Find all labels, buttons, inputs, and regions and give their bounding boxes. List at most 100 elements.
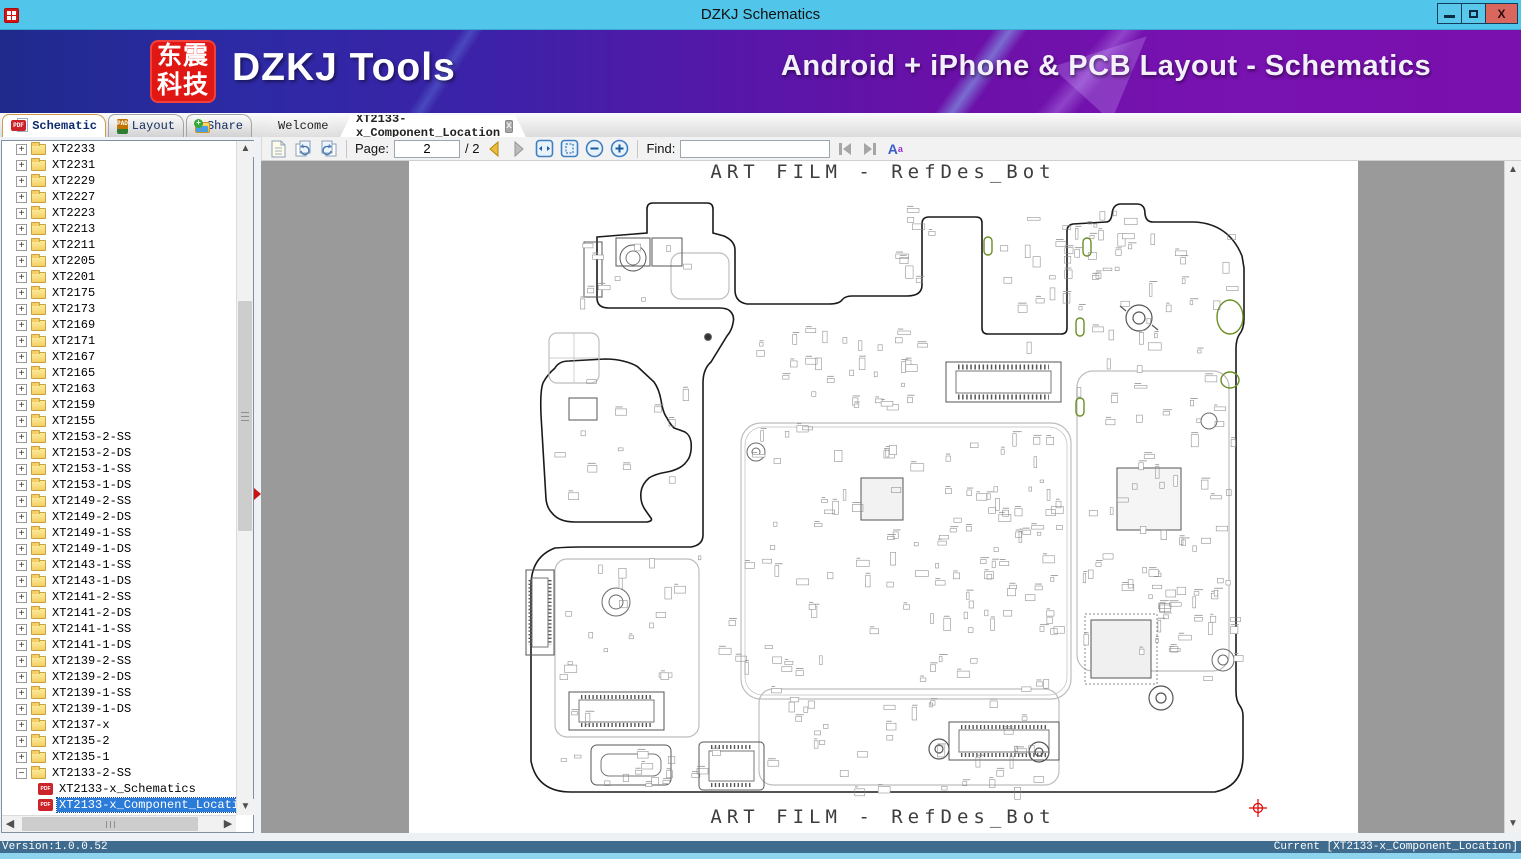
tree-vertical-scrollbar[interactable]: ▲ ▼: [236, 141, 254, 815]
tree-item-folder[interactable]: + XT2139-2-DS: [2, 669, 236, 685]
expand-icon[interactable]: +: [16, 607, 27, 619]
tree-item-folder[interactable]: + XT2213: [2, 221, 236, 237]
tree-item-folder[interactable]: + XT2141-1-SS: [2, 621, 236, 637]
expand-icon[interactable]: +: [16, 735, 27, 747]
tree-item-folder[interactable]: + XT2159: [2, 397, 236, 413]
expand-icon[interactable]: +: [16, 431, 27, 443]
tree-item-folder[interactable]: + XT2171: [2, 333, 236, 349]
tree-item-folder[interactable]: + XT2167: [2, 349, 236, 365]
expand-icon[interactable]: +: [16, 687, 27, 699]
tree-item-folder[interactable]: + XT2139-1-SS: [2, 685, 236, 701]
tree-item-folder[interactable]: + XT2165: [2, 365, 236, 381]
tree-item-folder[interactable]: + XT2229: [2, 173, 236, 189]
expand-icon[interactable]: +: [16, 303, 27, 315]
expand-icon[interactable]: +: [16, 719, 27, 731]
expand-icon[interactable]: +: [16, 383, 27, 395]
tree-item-folder[interactable]: + XT2227: [2, 189, 236, 205]
expand-icon[interactable]: +: [16, 511, 27, 523]
rotate-counterclockwise-icon[interactable]: [318, 139, 338, 159]
expand-icon[interactable]: +: [16, 255, 27, 267]
fit-width-icon[interactable]: [534, 139, 554, 159]
tree-item-folder[interactable]: + XT2211: [2, 237, 236, 253]
tree-item-folder[interactable]: + XT2139-2-SS: [2, 653, 236, 669]
expand-icon[interactable]: +: [16, 543, 27, 555]
scroll-up-icon[interactable]: ▲: [1505, 162, 1521, 178]
expand-icon[interactable]: +: [16, 191, 27, 203]
find-previous-icon[interactable]: [835, 139, 855, 159]
expand-icon[interactable]: +: [16, 159, 27, 171]
find-input[interactable]: [680, 139, 831, 158]
expand-icon[interactable]: +: [16, 207, 27, 219]
tree-item-folder[interactable]: + XT2163: [2, 381, 236, 397]
fit-page-icon[interactable]: [559, 139, 579, 159]
tree-item-folder[interactable]: + XT2153-1-SS: [2, 461, 236, 477]
tree-scrollbar-thumb[interactable]: [238, 301, 252, 531]
tree-item-folder[interactable]: + XT2135-1: [2, 749, 236, 765]
doc-tab-component-location[interactable]: XT2133-x_Component_Location x: [340, 115, 526, 137]
minimize-button[interactable]: [1437, 3, 1462, 24]
tree-item-folder[interactable]: + XT2149-2-SS: [2, 493, 236, 509]
tree-hscrollbar-thumb[interactable]: [22, 817, 198, 831]
zoom-out-icon[interactable]: [584, 139, 604, 159]
expand-icon[interactable]: +: [16, 367, 27, 379]
rotate-clockwise-icon[interactable]: [293, 139, 313, 159]
expand-icon[interactable]: +: [16, 703, 27, 715]
tree-item-folder[interactable]: + XT2223: [2, 205, 236, 221]
tree-item-folder[interactable]: + XT2135-2: [2, 733, 236, 749]
expand-icon[interactable]: +: [16, 175, 27, 187]
expand-icon[interactable]: +: [16, 271, 27, 283]
expand-icon[interactable]: +: [16, 655, 27, 667]
tree-item-folder[interactable]: + XT2141-2-SS: [2, 589, 236, 605]
match-case-icon[interactable]: Aa: [885, 139, 905, 159]
scroll-left-icon[interactable]: ◀: [2, 816, 18, 833]
tree-horizontal-scrollbar[interactable]: ◀ ▶: [2, 815, 236, 832]
tab-layout[interactable]: PADS Layout: [108, 114, 184, 137]
expand-icon[interactable]: +: [16, 239, 27, 251]
tree-item-folder[interactable]: + XT2143-1-SS: [2, 557, 236, 573]
tree-item-folder[interactable]: + XT2139-1-DS: [2, 701, 236, 717]
tree-item-folder[interactable]: + XT2173: [2, 301, 236, 317]
tree-item-folder[interactable]: + XT2141-1-DS: [2, 637, 236, 653]
scroll-down-icon[interactable]: ▼: [237, 799, 254, 815]
tree-item-folder[interactable]: + XT2143-1-DS: [2, 573, 236, 589]
expand-icon[interactable]: +: [16, 751, 27, 763]
tab-schematic[interactable]: PDF Schematic: [2, 114, 106, 137]
scroll-down-icon[interactable]: ▼: [1505, 816, 1521, 832]
close-button[interactable]: X: [1485, 3, 1518, 24]
expand-icon[interactable]: +: [16, 559, 27, 571]
tree-item-folder[interactable]: + XT2153-1-DS: [2, 477, 236, 493]
expand-icon[interactable]: +: [16, 143, 27, 155]
expand-icon[interactable]: +: [16, 287, 27, 299]
expand-icon[interactable]: +: [16, 495, 27, 507]
tree-item-pdf[interactable]: PDF XT2133-x_Schematics: [2, 781, 236, 797]
scroll-up-icon[interactable]: ▲: [237, 141, 254, 157]
expand-icon[interactable]: +: [16, 623, 27, 635]
expand-icon[interactable]: +: [16, 639, 27, 651]
tree-item-folder[interactable]: + XT2233: [2, 141, 236, 157]
tree-item-folder[interactable]: + XT2169: [2, 317, 236, 333]
expand-icon[interactable]: +: [16, 527, 27, 539]
expand-icon[interactable]: +: [16, 335, 27, 347]
next-page-icon[interactable]: [509, 139, 529, 159]
zoom-in-icon[interactable]: [609, 139, 629, 159]
expand-icon[interactable]: +: [16, 351, 27, 363]
expand-icon[interactable]: +: [16, 223, 27, 235]
expand-icon[interactable]: +: [16, 447, 27, 459]
scroll-right-icon[interactable]: ▶: [220, 816, 236, 833]
tree-item-folder[interactable]: + XT2231: [2, 157, 236, 173]
expand-icon[interactable]: +: [16, 415, 27, 427]
tree-item-folder[interactable]: − XT2133-2-SS: [2, 765, 236, 781]
previous-page-icon[interactable]: [484, 139, 504, 159]
maximize-button[interactable]: [1461, 3, 1486, 24]
tree-item-pdf[interactable]: PDF XT2133-x_Component_Location: [2, 797, 236, 813]
expand-icon[interactable]: +: [16, 479, 27, 491]
new-page-icon[interactable]: [268, 139, 288, 159]
tab-share[interactable]: + Share: [186, 114, 252, 137]
tree-item-folder[interactable]: + XT2155: [2, 413, 236, 429]
expand-icon[interactable]: +: [16, 671, 27, 683]
find-next-icon[interactable]: [860, 139, 880, 159]
tree-item-folder[interactable]: + XT2137-x: [2, 717, 236, 733]
expand-icon[interactable]: +: [16, 399, 27, 411]
close-tab-icon[interactable]: x: [505, 120, 513, 133]
expand-icon[interactable]: +: [16, 319, 27, 331]
